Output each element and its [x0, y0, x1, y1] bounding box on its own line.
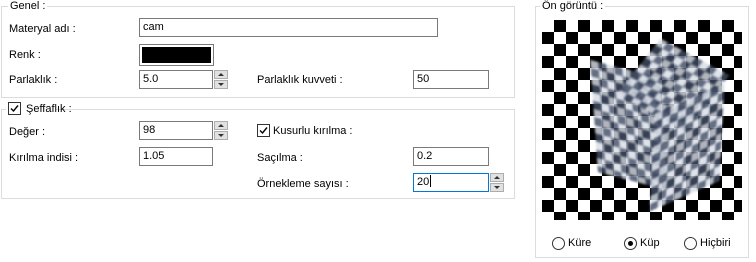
imperfect-refraction-label: Kusurlu kırılma :	[273, 125, 353, 137]
spin-up-button[interactable]	[490, 173, 504, 182]
color-label: Renk :	[9, 49, 41, 61]
radio-none[interactable]	[684, 237, 697, 250]
general-legend: Genel :	[8, 0, 48, 13]
refraction-index-input[interactable]: 1.05	[139, 147, 213, 166]
radio-cube-label: Küp	[640, 237, 660, 249]
radio-sphere-label: Küre	[568, 237, 592, 249]
arrow-up-icon	[494, 176, 500, 179]
material-name-input[interactable]: cam	[139, 18, 438, 37]
arrow-down-icon	[218, 134, 224, 137]
brightness-input[interactable]: 5.0	[139, 70, 213, 89]
refraction-index-label: Kırılma indisi :	[9, 152, 79, 164]
value-input[interactable]: 98	[139, 121, 213, 140]
scatter-label: Saçılma :	[257, 152, 303, 164]
spin-down-button[interactable]	[490, 183, 504, 192]
brightness-label: Parlaklık :	[9, 74, 58, 86]
transparency-checkbox[interactable]	[8, 102, 21, 115]
text-caret	[430, 175, 432, 187]
arrow-up-icon	[218, 124, 224, 127]
imperfect-refraction-checkbox[interactable]	[257, 124, 270, 137]
sample-count-value: 20	[417, 176, 430, 188]
preview-legend: Ön görüntü :	[540, 0, 606, 13]
sample-count-input[interactable]: 20	[413, 173, 489, 192]
spin-down-button[interactable]	[214, 80, 228, 89]
material-preview-canvas	[542, 20, 742, 220]
scatter-input[interactable]: 0.2	[413, 147, 489, 166]
sample-count-label: Örnekleme sayısı :	[257, 178, 349, 190]
radio-selected-dot	[628, 241, 633, 246]
value-spinner[interactable]	[214, 121, 228, 140]
value-label: Değer :	[9, 126, 46, 138]
radio-cube[interactable]	[624, 237, 637, 250]
spin-up-button[interactable]	[214, 121, 228, 130]
arrow-down-icon	[494, 186, 500, 189]
brightness-strength-input[interactable]: 50	[413, 70, 489, 89]
sample-count-spinner[interactable]	[490, 173, 504, 192]
material-name-label: Materyal adı :	[9, 23, 76, 35]
brightness-spinner[interactable]	[214, 70, 228, 89]
spin-down-button[interactable]	[214, 131, 228, 140]
transparency-label: Şeffaflık :	[26, 103, 72, 115]
radio-none-label: Hiçbiri	[700, 237, 731, 249]
spin-up-button[interactable]	[214, 70, 228, 79]
check-icon	[10, 105, 19, 113]
arrow-down-icon	[218, 83, 224, 86]
arrow-up-icon	[218, 73, 224, 76]
radio-sphere[interactable]	[552, 237, 565, 250]
color-picker[interactable]	[139, 44, 214, 66]
transparency-legend[interactable]: Şeffaflık :	[6, 102, 72, 116]
color-swatch	[142, 47, 211, 63]
brightness-strength-label: Parlaklık kuvveti :	[257, 74, 343, 86]
check-icon	[259, 127, 268, 135]
